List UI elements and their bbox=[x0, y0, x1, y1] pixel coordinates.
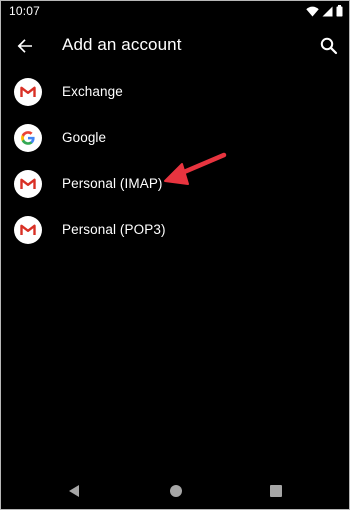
google-icon bbox=[14, 124, 42, 152]
search-button[interactable] bbox=[317, 34, 341, 58]
account-label: Personal (IMAP) bbox=[62, 176, 163, 191]
search-icon bbox=[320, 37, 338, 55]
account-label: Personal (POP3) bbox=[62, 222, 166, 237]
nav-recents-icon[interactable] bbox=[270, 485, 282, 497]
wifi-icon bbox=[306, 6, 319, 17]
navigation-bar bbox=[1, 471, 349, 509]
account-label: Google bbox=[62, 130, 107, 145]
status-time: 10:07 bbox=[9, 4, 41, 18]
back-button[interactable] bbox=[13, 34, 37, 58]
nav-home-icon[interactable] bbox=[170, 485, 182, 497]
signal-icon bbox=[322, 6, 333, 17]
account-item-exchange[interactable]: Exchange bbox=[1, 69, 349, 115]
nav-back-icon[interactable] bbox=[68, 484, 80, 498]
arrow-back-icon bbox=[17, 39, 32, 53]
gmail-icon bbox=[14, 78, 42, 106]
account-item-personal-pop3[interactable]: Personal (POP3) bbox=[1, 207, 349, 253]
gmail-icon bbox=[14, 170, 42, 198]
status-icons bbox=[306, 4, 343, 18]
page-title: Add an account bbox=[62, 35, 182, 54]
account-label: Exchange bbox=[62, 84, 123, 99]
status-bar: 10:07 bbox=[1, 1, 349, 23]
phone-screen: 10:07 Add an account Exchange Google Per… bbox=[0, 0, 350, 510]
app-bar: Add an account bbox=[1, 23, 349, 69]
gmail-icon bbox=[14, 216, 42, 244]
annotation-arrow-icon bbox=[164, 152, 227, 185]
battery-icon bbox=[336, 5, 343, 17]
